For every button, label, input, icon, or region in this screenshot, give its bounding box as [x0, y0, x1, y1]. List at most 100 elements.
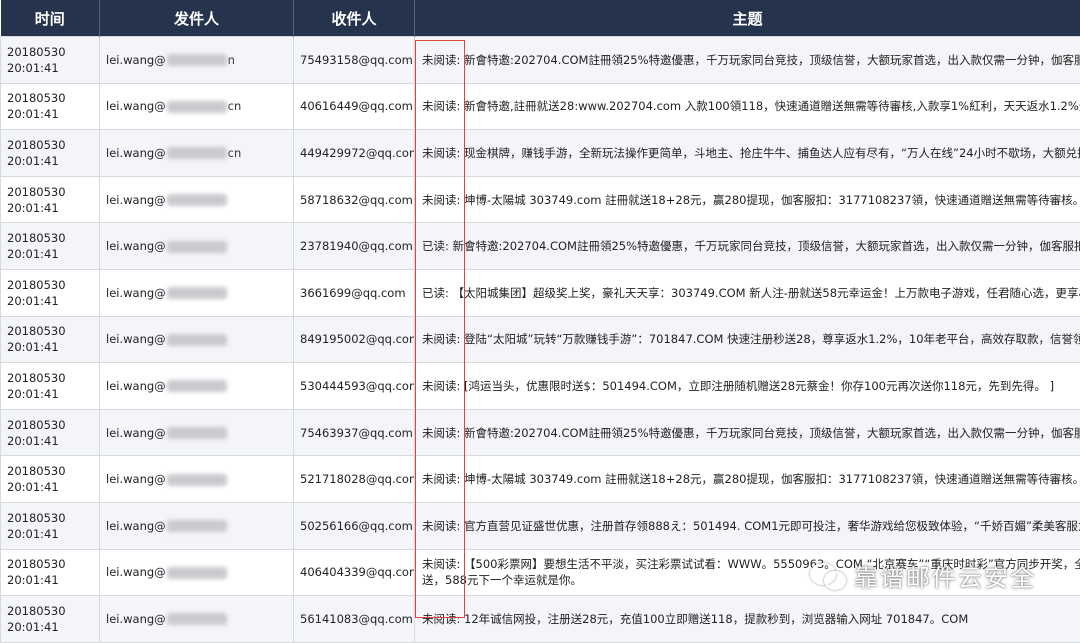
date-text: 20180530: [7, 184, 93, 200]
from-prefix: lei.wang@: [106, 332, 166, 346]
table-row[interactable]: 2018053020:01:41 lei.wang@ 3661699@qq.com已…: [1, 269, 1080, 316]
from-cell: lei.wang@: [100, 409, 294, 456]
table-row[interactable]: 2018053020:01:41 lei.wang@ cn 40616449@qq.c…: [1, 83, 1080, 130]
date-text: 20180530: [7, 556, 93, 572]
redacted-blur: [167, 334, 227, 346]
date-text: 20180530: [7, 277, 93, 293]
redacted-blur: [167, 54, 227, 66]
clock-text: 20:01:41: [7, 153, 93, 169]
to-cell: 406404339@qq.com: [294, 549, 415, 596]
from-cell: lei.wang@: [100, 176, 294, 223]
table-row[interactable]: 2018053020:01:41lei.wang@56141083@qq.com…: [1, 596, 1080, 643]
header-to[interactable]: 收件人: [294, 0, 415, 37]
time-cell: 2018053020:01:41: [1, 37, 100, 84]
table-row[interactable]: 2018053020:01:41lei.wang@cn449429972@qq.…: [1, 130, 1080, 177]
from-cell: lei.wang@cn: [100, 130, 294, 177]
from-prefix: lei.wang@: [106, 53, 166, 67]
to-cell: 530444593@qq.com: [294, 363, 415, 410]
table-row[interactable]: 2018053020:01:41lei.wang@50256166@qq.com…: [1, 502, 1080, 549]
from-prefix: lei.wang@: [106, 99, 166, 113]
to-cell: 75493158@qq.com: [294, 37, 415, 84]
subject-text: 未阅读: 官方直营见证盛世优惠，注册首存领888え：501494. COM1元即…: [422, 518, 1080, 534]
redacted-blur: [167, 474, 227, 486]
subject-cell[interactable]: 未阅读: 12年诚信网投，注册送28元，充值100立即赠送118，提款秒到，浏览…: [415, 596, 1080, 643]
clock-text: 20:01:41: [7, 526, 93, 542]
to-cell: 40616449@qq.com: [294, 83, 415, 130]
clock-text: 20:01:41: [7, 293, 93, 309]
clock-text: 20:01:41: [7, 200, 93, 216]
subject-cell[interactable]: 未阅读: 官方直营见证盛世优惠，注册首存领888え：501494. COM1元即…: [415, 502, 1080, 549]
redacted-blur: [167, 147, 227, 159]
subject-cell[interactable]: 未阅读: 新會特邀,註冊就送28:www.202704.com 入款100領11…: [415, 83, 1080, 130]
redacted-blur: [167, 287, 227, 299]
watermark: 靠谱邮件云安全: [810, 555, 1036, 595]
time-cell: 2018053020:01:41: [1, 316, 100, 363]
from-cell: lei.wang@: [100, 549, 294, 596]
clock-text: 20:01:41: [7, 246, 93, 262]
from-prefix: lei.wang@: [106, 239, 166, 253]
to-cell: 449429972@qq.com: [294, 130, 415, 177]
clock-text: 20:01:41: [7, 619, 93, 635]
time-cell: 2018053020:01:41: [1, 596, 100, 643]
header-row: 时间 发件人 收件人 主题: [1, 0, 1080, 37]
redacted-blur: [167, 194, 227, 206]
redacted-blur: [167, 613, 227, 625]
from-prefix: lei.wang@: [106, 472, 166, 486]
subject-text: 未阅读: 现金棋牌，赚钱手游，全新玩法操作更简单，斗地主、抢庄牛牛、捕鱼达人应有…: [422, 145, 1080, 161]
clock-text: 20:01:41: [7, 433, 93, 449]
watermark-text: 靠谱邮件云安全: [854, 558, 1036, 593]
date-text: 20180530: [7, 370, 93, 386]
clock-text: 20:01:41: [7, 106, 93, 122]
table-row[interactable]: 2018053020:01:41lei.wang@75463937@qq.com…: [1, 409, 1080, 456]
date-text: 20180530: [7, 463, 93, 479]
table-row[interactable]: 2018053020:01:41lei.wang@n75493158@qq.co…: [1, 37, 1080, 84]
clock-text: 20:01:41: [7, 386, 93, 402]
header-time[interactable]: 时间: [1, 0, 100, 37]
subject-cell[interactable]: 未阅读: 现金棋牌，赚钱手游，全新玩法操作更简单，斗地主、抢庄牛牛、捕鱼达人应有…: [415, 130, 1080, 177]
subject-cell[interactable]: 已读: 新會特邀:202704.COM註冊領25%特邀優惠，千万玩家同台竞技，顶…: [415, 223, 1080, 270]
from-cell: lei.wang@: [100, 269, 294, 316]
date-text: 20180530: [7, 90, 93, 106]
from-cell: lei.wang@: [100, 316, 294, 363]
subject-cell[interactable]: 已读: 【太阳城集团】超级奖上奖，豪礼天天享：303749.COM 新人注-册就…: [415, 269, 1080, 316]
subject-cell[interactable]: 未阅读: 坤博-太陽城 303749.com 註冊就送18+28元，赢280提现…: [415, 176, 1080, 223]
subject-cell[interactable]: 未阅读: [鸿运当头，优惠限时送$：501494.COM，立即注册随机赠送28元…: [415, 363, 1080, 410]
to-cell: 3661699@qq.com: [294, 269, 415, 316]
redacted-blur: [167, 380, 227, 392]
redacted-blur: [167, 520, 227, 532]
from-cell: lei.wang@: [100, 456, 294, 503]
time-cell: 2018053020:01:41: [1, 363, 100, 410]
table-row[interactable]: 2018053020:01:41lei.wang@530444593@qq.co…: [1, 363, 1080, 410]
clock-text: 20:01:41: [7, 60, 93, 76]
from-suffix: cn: [228, 99, 242, 113]
redacted-blur: [167, 567, 227, 579]
from-cell: lei.wang@: [100, 363, 294, 410]
subject-cell[interactable]: 未阅读: 登陆“太阳城”玩转“万款赚钱手游”：701847.COM 快速注册秒送…: [415, 316, 1080, 363]
clock-text: 20:01:41: [7, 479, 93, 495]
table-row[interactable]: 2018053020:01:41 lei.wang@58718632@qq.com…: [1, 176, 1080, 223]
from-cell: lei.wang@: [100, 502, 294, 549]
from-prefix: lei.wang@: [106, 519, 166, 533]
wechat-icon: [810, 561, 846, 589]
table-row[interactable]: 2018053020:01:41lei.wang@521718028@qq.co…: [1, 456, 1080, 503]
header-from[interactable]: 发件人: [100, 0, 294, 37]
subject-cell[interactable]: 未阅读: 坤博-太陽城 303749.com 註冊就送18+28元，赢280提现…: [415, 456, 1080, 503]
from-cell: lei.wang@: [100, 223, 294, 270]
from-prefix: lei.wang@: [106, 146, 166, 160]
time-cell: 2018053020:01:41: [1, 223, 100, 270]
subject-cell[interactable]: 未阅读: 新會特邀:202704.COM註冊領25%特邀優惠，千万玩家同台竞技，…: [415, 37, 1080, 84]
subject-cell[interactable]: 未阅读: 新會特邀:202704.COM註冊領25%特邀優惠，千万玩家同台竞技，…: [415, 409, 1080, 456]
subject-text: 未阅读: 坤博-太陽城 303749.com 註冊就送18+28元，赢280提现…: [422, 192, 1080, 208]
table-row[interactable]: 2018053020:01:41lei.wang@23781940@qq.com…: [1, 223, 1080, 270]
time-cell: 2018053020:01:41: [1, 130, 100, 177]
date-text: 20180530: [7, 603, 93, 619]
date-text: 20180530: [7, 137, 93, 153]
clock-text: 20:01:41: [7, 572, 93, 588]
from-cell: lei.wang@n: [100, 37, 294, 84]
from-prefix: lei.wang@: [106, 286, 166, 300]
to-cell: 58718632@qq.com: [294, 176, 415, 223]
table-row[interactable]: 2018053020:01:41lei.wang@849195002@qq.co…: [1, 316, 1080, 363]
time-cell: 2018053020:01:41: [1, 456, 100, 503]
header-subject[interactable]: 主题: [415, 0, 1080, 37]
from-prefix: lei.wang@: [106, 612, 166, 626]
